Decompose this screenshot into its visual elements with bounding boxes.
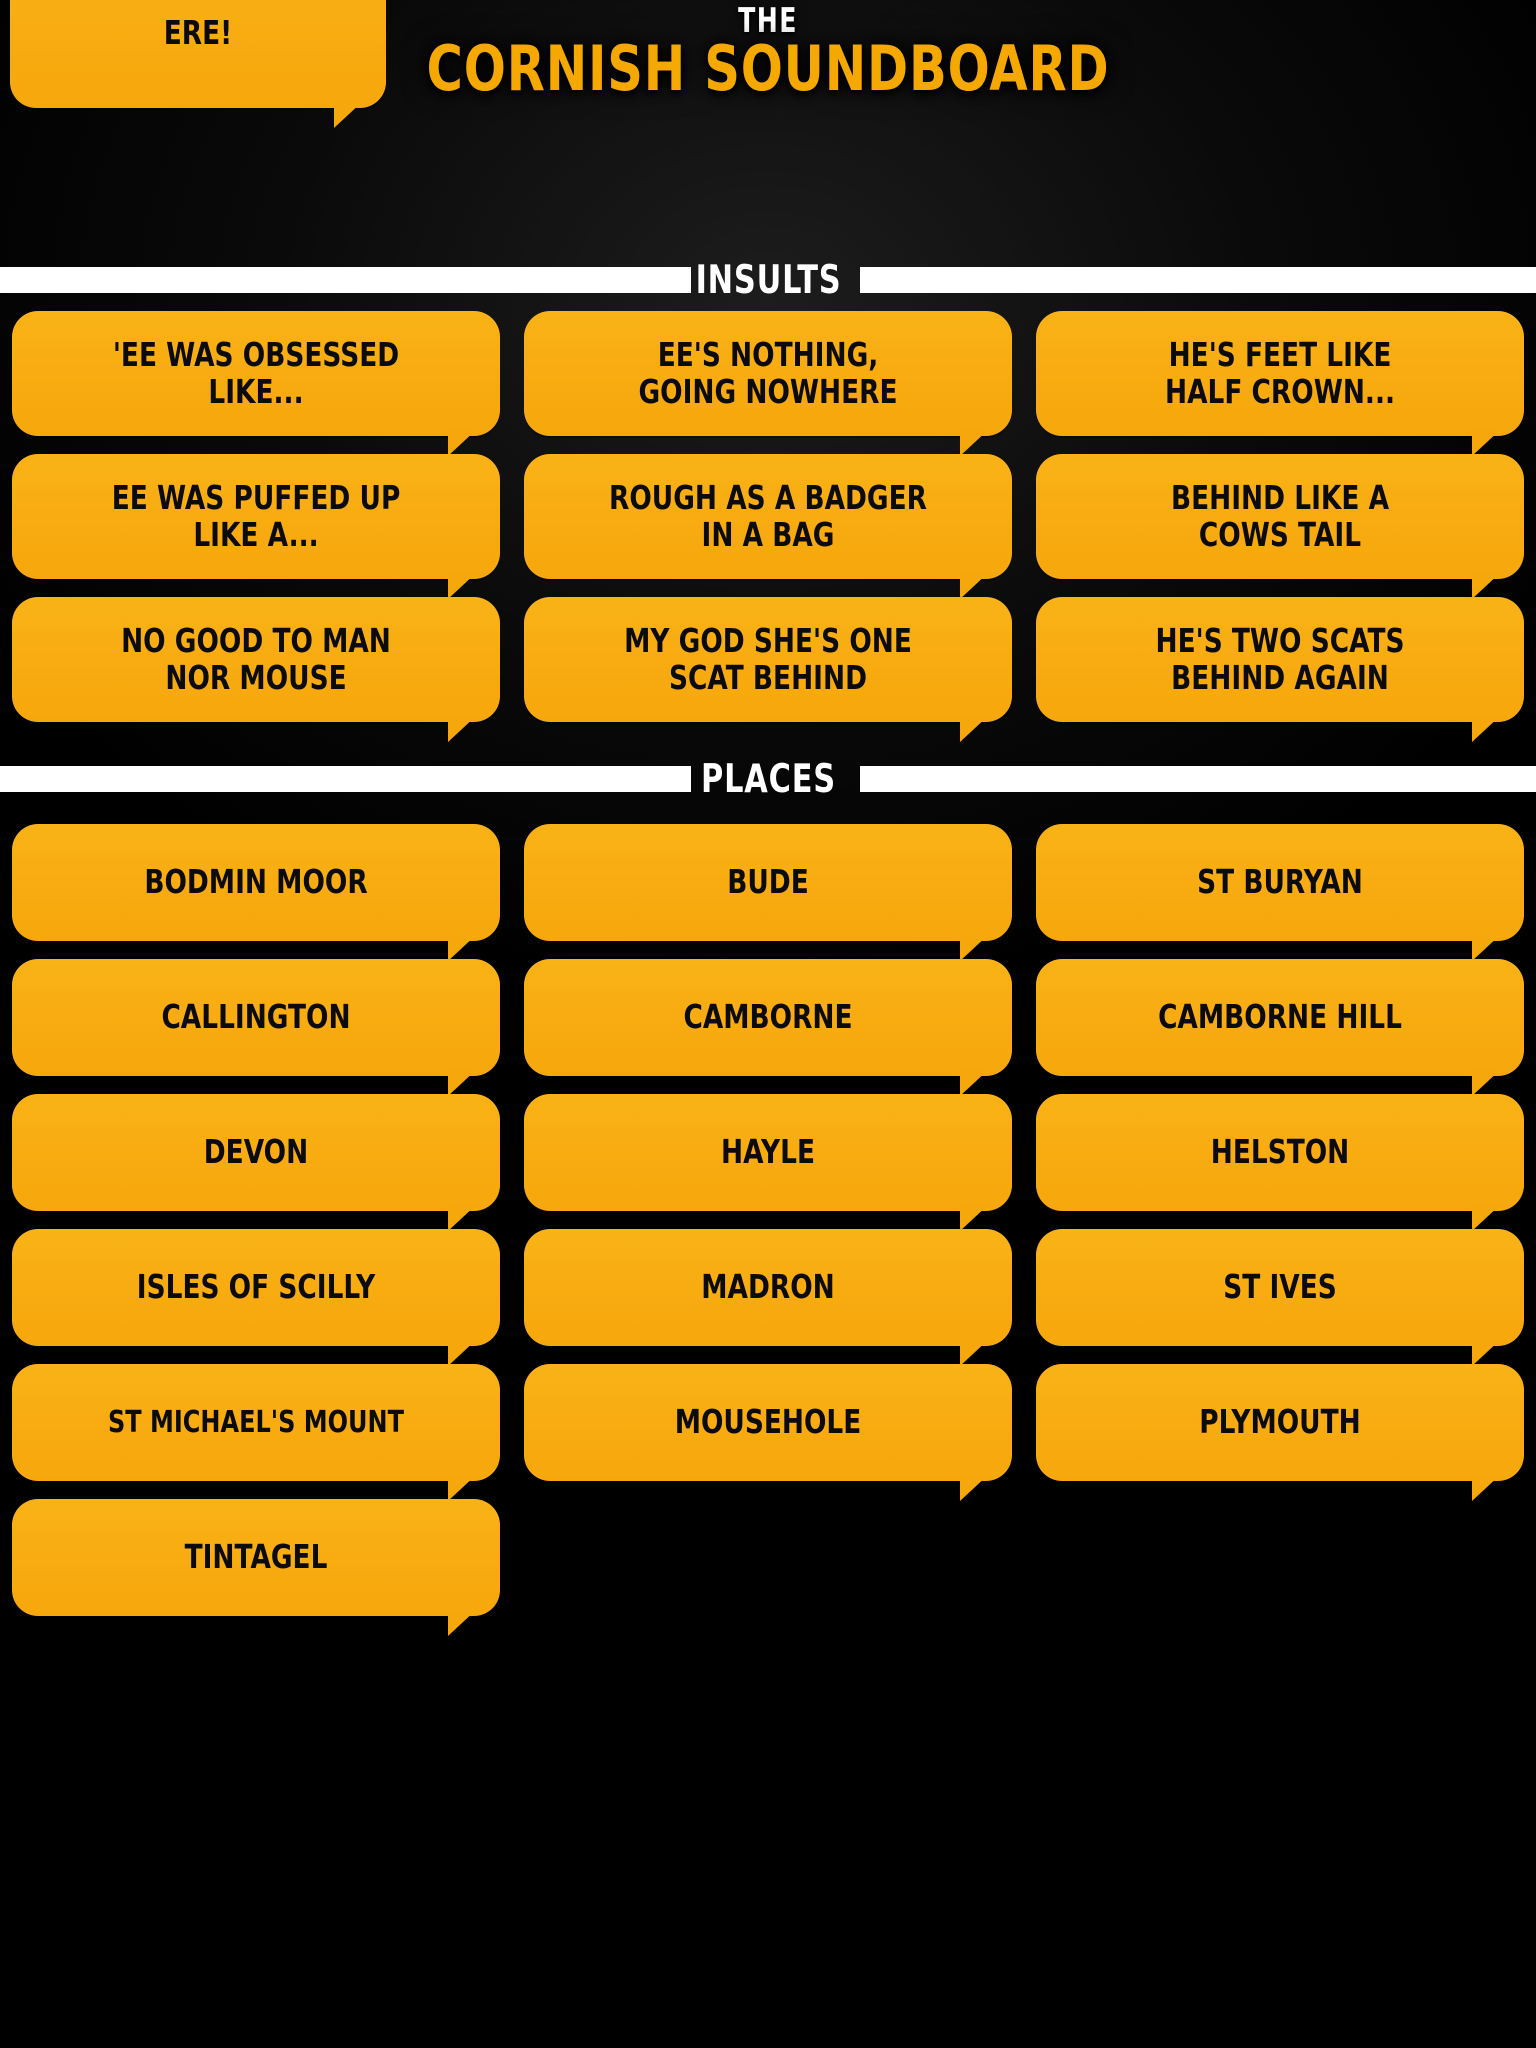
bubble-label: EE WAS PUFFED UP LIKE A... xyxy=(111,477,401,554)
sound-button-place-1[interactable]: BODMIN MOOR xyxy=(12,824,500,961)
bubble-label: HE'S FEET LIKE HALF CROWN... xyxy=(1164,334,1396,411)
grid-cell: HE'S TWO SCATS BEHIND AGAIN xyxy=(1024,588,1536,742)
grid-cell: ISLES OF SCILLY xyxy=(0,1220,512,1366)
grid-cell: BEHIND LIKE A COWS TAIL xyxy=(1024,445,1536,599)
bubble-label: PLYMOUTH xyxy=(1199,1402,1361,1442)
bubble-label: ST BURYAN xyxy=(1197,862,1363,902)
bubble-label: HAYLE xyxy=(721,1132,815,1172)
grid-cell: BODMIN MOOR xyxy=(0,815,512,961)
bubble-label: NO GOOD TO MAN NOR MOUSE xyxy=(121,620,391,697)
grid-cell: ROUGH AS A BADGER IN A BAG xyxy=(512,445,1024,599)
bubble-label: EE'S NOTHING, GOING NOWHERE xyxy=(638,334,898,411)
grid-cell: DEVON xyxy=(0,1085,512,1231)
sound-button-place-4[interactable]: CALLINGTON xyxy=(12,959,500,1096)
bubble-label: ST MICHAEL'S MOUNT xyxy=(107,1404,405,1440)
bubble-label: ERE! xyxy=(163,12,233,52)
bubble-label: MADRON xyxy=(701,1267,835,1307)
bubble-label: CAMBORNE HILL xyxy=(1158,997,1402,1037)
soundboard-page: ERE! THE CORNISH SOUNDBOARD INSULTS 'EE … xyxy=(0,0,1536,2048)
bubble-label: ROUGH AS A BADGER IN A BAG xyxy=(609,477,927,554)
section-divider-insults: INSULTS xyxy=(0,258,1536,302)
grid-cell: CAMBORNE xyxy=(512,950,1024,1096)
sound-button-place-16[interactable]: TINTAGEL xyxy=(12,1499,500,1636)
divider-bar-left xyxy=(0,267,692,293)
section-title-insults: INSULTS xyxy=(695,257,841,303)
sound-button-place-12[interactable]: ST IVES xyxy=(1036,1229,1524,1366)
sound-button-insult-3[interactable]: HE'S FEET LIKE HALF CROWN... xyxy=(1036,311,1524,456)
sound-button-insult-4[interactable]: EE WAS PUFFED UP LIKE A... xyxy=(12,454,500,599)
sound-button-place-3[interactable]: ST BURYAN xyxy=(1036,824,1524,961)
sound-button-insult-7[interactable]: NO GOOD TO MAN NOR MOUSE xyxy=(12,597,500,742)
bubble-label: TINTAGEL xyxy=(184,1537,328,1577)
bubble-label: HE'S TWO SCATS BEHIND AGAIN xyxy=(1155,620,1405,697)
sound-button-insult-8[interactable]: MY GOD SHE'S ONE SCAT BEHIND xyxy=(524,597,1012,742)
sound-button[interactable]: ERE! xyxy=(10,0,386,128)
sound-button-place-13[interactable]: ST MICHAEL'S MOUNT xyxy=(12,1364,500,1501)
bubble-label: BEHIND LIKE A COWS TAIL xyxy=(1170,477,1390,554)
bubble-label: BUDE xyxy=(727,862,809,902)
grid-cell: ST IVES xyxy=(1024,1220,1536,1366)
grid-cell: MY GOD SHE'S ONE SCAT BEHIND xyxy=(512,588,1024,742)
divider-bar-right xyxy=(860,267,1536,293)
bubble-label: DEVON xyxy=(203,1132,309,1172)
grid-cell: MADRON xyxy=(512,1220,1024,1366)
divider-bar-right xyxy=(860,766,1536,792)
grid-cell: MOUSEHOLE xyxy=(512,1355,1024,1501)
bubble-label: MOUSEHOLE xyxy=(674,1402,862,1442)
bubble-label: MY GOD SHE'S ONE SCAT BEHIND xyxy=(624,620,912,697)
grid-cell: ST BURYAN xyxy=(1024,815,1536,961)
sound-button-place-14[interactable]: MOUSEHOLE xyxy=(524,1364,1012,1501)
sound-button-place-2[interactable]: BUDE xyxy=(524,824,1012,961)
insults-grid: 'EE WAS OBSESSED LIKE... EE'S NOTHING, G… xyxy=(0,302,1536,742)
places-grid: BODMIN MOOR BUDE ST BURYAN CALLINGTON CA… xyxy=(0,815,1536,1636)
bubble-label: ISLES OF SCILLY xyxy=(136,1267,376,1307)
sound-button-insult-1[interactable]: 'EE WAS OBSESSED LIKE... xyxy=(12,311,500,456)
grid-cell: 'EE WAS OBSESSED LIKE... xyxy=(0,302,512,456)
grid-cell: TINTAGEL xyxy=(0,1490,512,1636)
grid-cell: HE'S FEET LIKE HALF CROWN... xyxy=(1024,302,1536,456)
sound-button-insult-5[interactable]: ROUGH AS A BADGER IN A BAG xyxy=(524,454,1012,599)
divider-bar-left xyxy=(0,766,692,792)
grid-cell: PLYMOUTH xyxy=(1024,1355,1536,1501)
grid-cell: ST MICHAEL'S MOUNT xyxy=(0,1355,512,1501)
sound-button-place-7[interactable]: DEVON xyxy=(12,1094,500,1231)
sound-button-place-5[interactable]: CAMBORNE xyxy=(524,959,1012,1096)
grid-cell: HELSTON xyxy=(1024,1085,1536,1231)
bubble-label: 'EE WAS OBSESSED LIKE... xyxy=(112,334,400,411)
sound-button-insult-9[interactable]: HE'S TWO SCATS BEHIND AGAIN xyxy=(1036,597,1524,742)
sound-button-place-15[interactable]: PLYMOUTH xyxy=(1036,1364,1524,1501)
grid-cell: NO GOOD TO MAN NOR MOUSE xyxy=(0,588,512,742)
sound-button-place-10[interactable]: ISLES OF SCILLY xyxy=(12,1229,500,1366)
sound-button-place-8[interactable]: HAYLE xyxy=(524,1094,1012,1231)
sound-button-insult-6[interactable]: BEHIND LIKE A COWS TAIL xyxy=(1036,454,1524,599)
grid-cell: EE'S NOTHING, GOING NOWHERE xyxy=(512,302,1024,456)
sound-button-place-6[interactable]: CAMBORNE HILL xyxy=(1036,959,1524,1096)
partial-top-bubble[interactable]: ERE! xyxy=(10,0,386,128)
grid-cell: CALLINGTON xyxy=(0,950,512,1096)
sound-button-place-11[interactable]: MADRON xyxy=(524,1229,1012,1366)
bubble-label: CALLINGTON xyxy=(161,997,351,1037)
grid-cell: BUDE xyxy=(512,815,1024,961)
section-title-places: PLACES xyxy=(700,756,836,802)
grid-cell: HAYLE xyxy=(512,1085,1024,1231)
sound-button-insult-2[interactable]: EE'S NOTHING, GOING NOWHERE xyxy=(524,311,1012,456)
bubble-label: CAMBORNE xyxy=(683,997,853,1037)
bubble-label: HELSTON xyxy=(1210,1132,1350,1172)
grid-cell: CAMBORNE HILL xyxy=(1024,950,1536,1096)
sound-button-place-9[interactable]: HELSTON xyxy=(1036,1094,1524,1231)
section-divider-places: PLACES xyxy=(0,757,1536,801)
grid-cell: EE WAS PUFFED UP LIKE A... xyxy=(0,445,512,599)
bubble-label: ST IVES xyxy=(1223,1267,1337,1307)
bubble-label: BODMIN MOOR xyxy=(144,862,368,902)
